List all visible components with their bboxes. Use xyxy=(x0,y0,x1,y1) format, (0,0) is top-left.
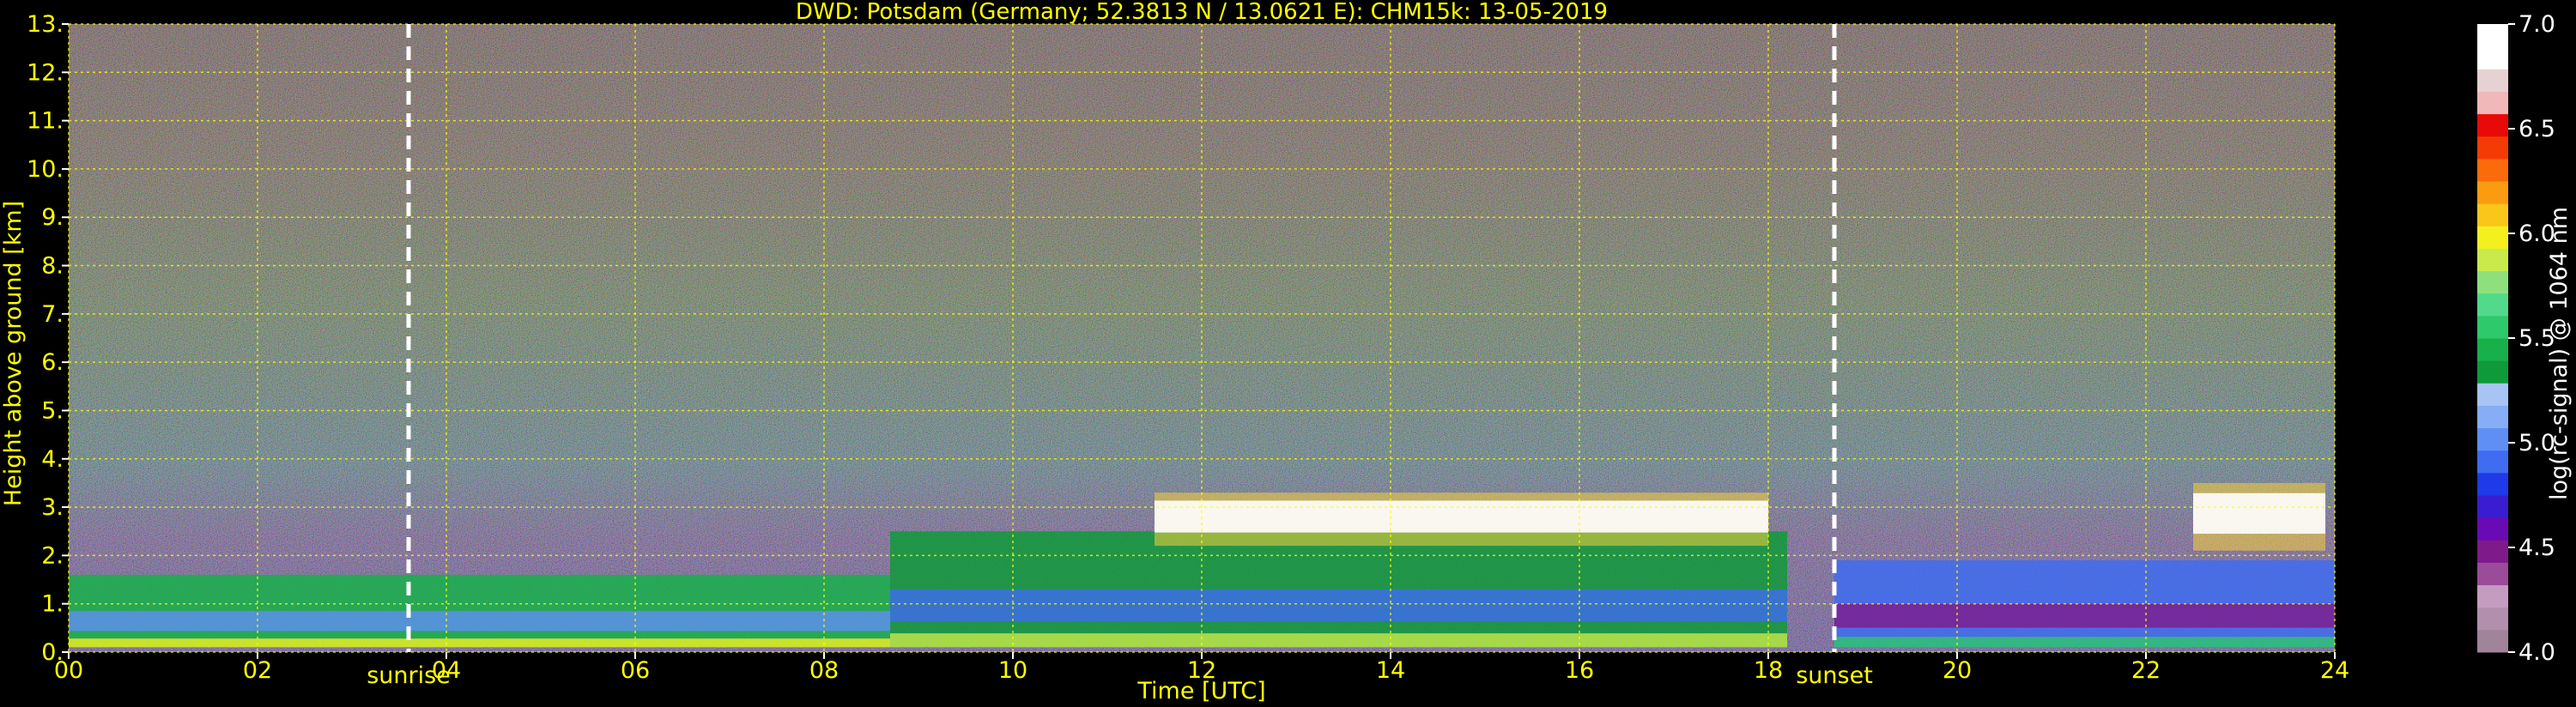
layer-ground xyxy=(69,638,890,648)
y-tick-label: 3. xyxy=(41,494,64,521)
y-tick-label: 5. xyxy=(41,397,64,424)
cloud-core xyxy=(1155,500,1768,533)
colorbar-swatch xyxy=(2477,562,2508,586)
colorbar-swatch xyxy=(2477,405,2508,429)
signal-layer-3 xyxy=(1155,492,1768,547)
lidar-quicklook: sunrise sunset 00 02 04 06 08 10 12 14 16 18 20 22 24… xyxy=(0,0,2573,704)
x-tick-label: 04 xyxy=(432,657,461,684)
layer-core xyxy=(890,589,1787,621)
x-tick-label: 24 xyxy=(2320,657,2349,684)
y-axis-label: Height above ground [km] xyxy=(0,201,27,506)
x-tick-label: 10 xyxy=(998,657,1027,684)
x-tick-label: 14 xyxy=(1376,657,1405,684)
signal-layer-1 xyxy=(69,574,890,648)
y-tick-label: 4. xyxy=(41,446,64,473)
y-tick-label: 8. xyxy=(41,253,64,280)
colorbar-swatch xyxy=(2477,427,2508,451)
colorbar-swatch xyxy=(2477,315,2508,339)
colorbar-swatch xyxy=(2477,293,2508,317)
chart-title: DWD: Potsdam (Germany; 52.3813 N / 13.06… xyxy=(796,0,1608,25)
x-tick-label: 18 xyxy=(1754,657,1783,684)
layer-core xyxy=(69,611,890,631)
colorbar-tick-label: 7.0 xyxy=(2518,11,2555,38)
colorbar-swatch xyxy=(2477,607,2508,631)
colorbar-swatch xyxy=(2477,360,2508,384)
colorbar-swatch xyxy=(2477,248,2508,272)
x-tick-label: 06 xyxy=(621,657,650,684)
colorbar-swatch xyxy=(2477,540,2508,563)
x-tick-label: 02 xyxy=(243,657,272,684)
colorbar-swatch xyxy=(2477,338,2508,361)
y-tick-label: 1. xyxy=(41,591,64,618)
y-axis-ticks: 0. 1. 2. 3. 4. 5. 6. 7. 8. 9. 10. 11. 12. 13. xyxy=(27,11,69,666)
y-tick-label: 0. xyxy=(41,639,64,666)
colorbar-swatch xyxy=(2477,46,2508,69)
sunset-label: sunset xyxy=(1796,662,1873,689)
x-tick-label: 20 xyxy=(1943,657,1972,684)
plot-area: sunrise sunset xyxy=(68,23,2336,689)
x-tick-label: 08 xyxy=(809,657,839,684)
y-tick-label: 12. xyxy=(27,59,64,86)
colorbar-swatch xyxy=(2477,69,2508,92)
colorbar-swatch xyxy=(2477,517,2508,541)
colorbar-swatch xyxy=(2477,158,2508,182)
y-tick-label: 10. xyxy=(27,156,64,183)
colorbar-swatch xyxy=(2477,472,2508,496)
y-tick-label: 2. xyxy=(41,542,64,569)
colorbar: 4.04.55.05.56.06.57.0 log(rc-signal) @ 1… xyxy=(2477,11,2573,666)
colorbar-tick-label: 6.5 xyxy=(2518,116,2555,142)
colorbar-swatch xyxy=(2477,24,2508,47)
cloud-core xyxy=(2193,492,2325,535)
colorbar-swatch xyxy=(2477,113,2508,137)
layer-ground xyxy=(890,633,1787,648)
y-tick-label: 13. xyxy=(27,11,64,38)
colorbar-tick-label: 4.5 xyxy=(2518,535,2555,561)
colorbar-swatch xyxy=(2477,629,2508,653)
signal-layer-2 xyxy=(890,531,1787,648)
colorbar-swatch xyxy=(2477,181,2508,204)
colorbar-swatches xyxy=(2477,24,2508,653)
colorbar-swatch xyxy=(2477,203,2508,227)
y-tick-label: 6. xyxy=(41,349,64,376)
colorbar-swatch xyxy=(2477,584,2508,608)
layer-core xyxy=(1834,603,2335,628)
colorbar-swatch xyxy=(2477,495,2508,518)
colorbar-label: log(rc-signal) @ 1064 nm xyxy=(2546,207,2573,500)
signal-layer-5 xyxy=(2193,482,2325,551)
y-tick-label: 11. xyxy=(27,108,64,135)
y-tick-label: 7. xyxy=(41,301,64,328)
y-tick-label: 9. xyxy=(41,204,64,231)
colorbar-swatch xyxy=(2477,91,2508,115)
colorbar-swatch xyxy=(2477,270,2508,294)
colorbar-swatch xyxy=(2477,226,2508,249)
colorbar-swatch xyxy=(2477,136,2508,160)
x-axis-label: Time [UTC] xyxy=(1136,678,1265,704)
colorbar-swatch xyxy=(2477,383,2508,406)
x-tick-label: 22 xyxy=(2131,657,2161,684)
x-tick-label: 16 xyxy=(1565,657,1594,684)
colorbar-swatch xyxy=(2477,450,2508,474)
colorbar-tick-label: 4.0 xyxy=(2518,639,2555,666)
layer-ground xyxy=(1834,637,2335,648)
